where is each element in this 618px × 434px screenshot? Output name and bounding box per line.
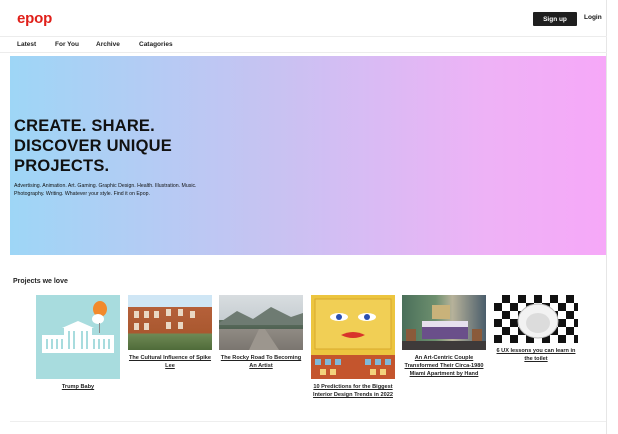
- top-bar: epop Sign up Login: [0, 0, 607, 36]
- divider: [10, 421, 606, 422]
- project-title[interactable]: The Cultural Influence of Spike Lee: [128, 354, 212, 370]
- main-nav: Latest For You Archive Catagories: [0, 36, 607, 53]
- project-card[interactable]: Trump Baby: [36, 295, 120, 391]
- project-title[interactable]: Trump Baby: [36, 383, 120, 391]
- login-link[interactable]: Login: [584, 14, 602, 21]
- project-card[interactable]: The Cultural Influence of Spike Lee: [128, 295, 212, 370]
- bedroom-interior-photo-icon[interactable]: [402, 295, 486, 350]
- colorful-face-art-icon[interactable]: [311, 295, 395, 379]
- trump-baby-illustration-icon[interactable]: [36, 295, 120, 379]
- nav-catagories[interactable]: Catagories: [139, 41, 173, 48]
- project-title[interactable]: 10 Predictions for the Biggest Interior …: [311, 383, 395, 399]
- project-title[interactable]: 6 UX lessons you can learn in the toilet: [494, 347, 578, 363]
- sign-up-button[interactable]: Sign up: [533, 12, 577, 26]
- hero-banner: CREATE. SHARE. DISCOVER UNIQUE PROJECTS.…: [10, 56, 606, 255]
- project-card[interactable]: An Art-Centric Couple Transformed Their …: [402, 295, 486, 378]
- nav-for-you[interactable]: For You: [55, 41, 79, 48]
- nav-latest[interactable]: Latest: [17, 41, 36, 48]
- mountain-road-photo-icon[interactable]: [219, 295, 303, 350]
- hero-subtitle: Advertising. Animation. Art. Gaming. Gra…: [14, 183, 197, 197]
- project-title[interactable]: The Rocky Road To Becoming An Artist: [219, 354, 303, 370]
- nav-archive[interactable]: Archive: [96, 41, 120, 48]
- projects-heading: Projects we love: [13, 278, 68, 285]
- project-card[interactable]: 10 Predictions for the Biggest Interior …: [311, 295, 395, 399]
- project-card[interactable]: 6 UX lessons you can learn in the toilet: [494, 295, 578, 363]
- epop-logo[interactable]: epop: [17, 10, 52, 27]
- hero-title: CREATE. SHARE. DISCOVER UNIQUE PROJECTS.: [14, 117, 172, 175]
- page: epop Sign up Login Latest For You Archiv…: [0, 0, 607, 434]
- project-card[interactable]: The Rocky Road To Becoming An Artist: [219, 295, 303, 370]
- brownstone-street-photo-icon[interactable]: [128, 295, 212, 350]
- checkered-sink-photo-icon[interactable]: [494, 295, 578, 343]
- project-title[interactable]: An Art-Centric Couple Transformed Their …: [402, 354, 486, 378]
